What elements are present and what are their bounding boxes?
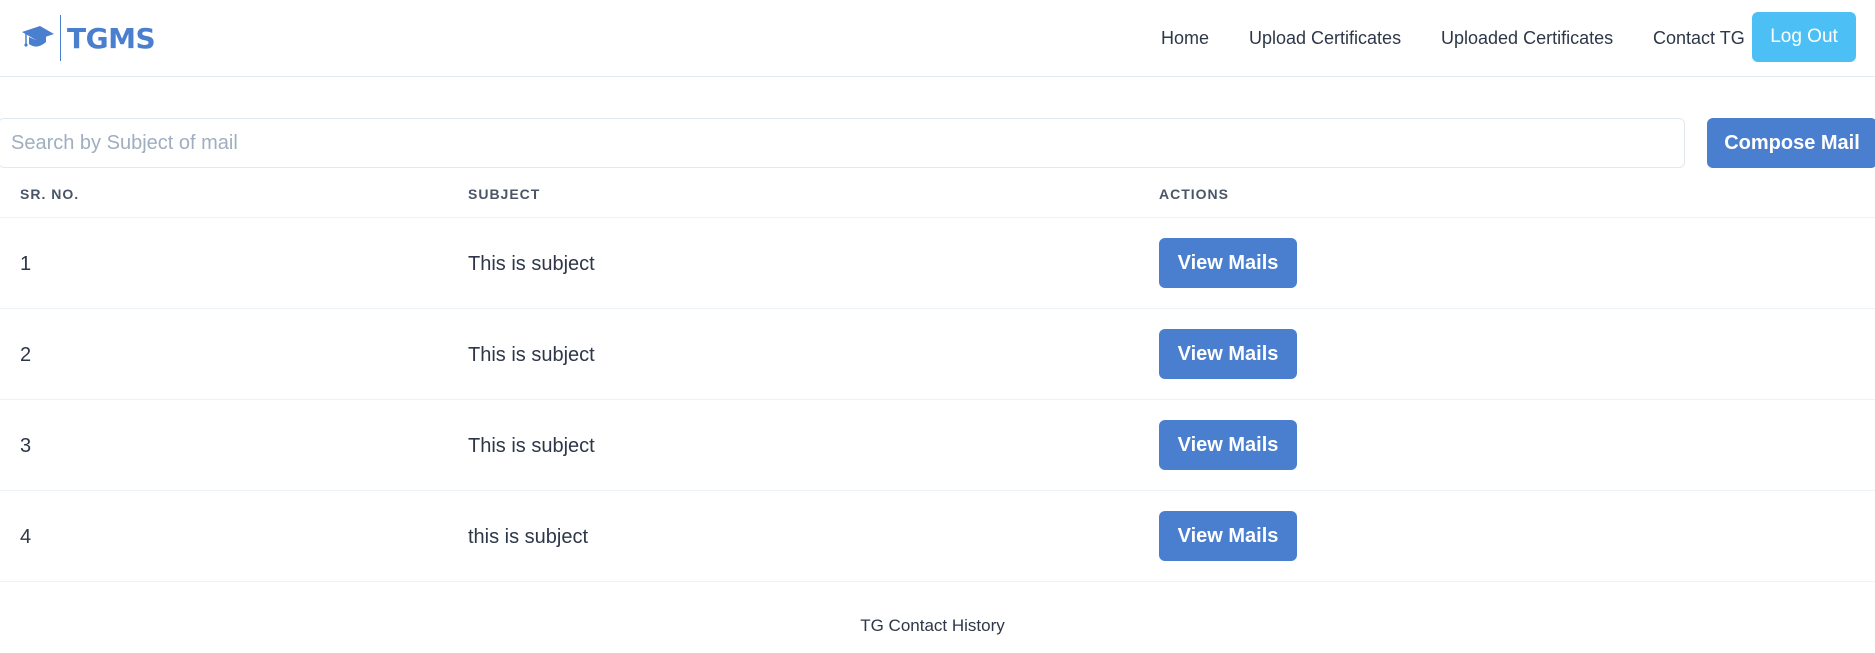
row-subject: This is subject [468, 435, 595, 457]
footer-title: TG Contact History [860, 616, 1005, 635]
table-row: 3 This is subject View Mails [0, 400, 1875, 491]
view-mails-button[interactable]: View Mails [1159, 511, 1297, 561]
nav-home-link[interactable]: Home [1161, 26, 1209, 50]
table-row: 4 this is subject View Mails [0, 491, 1875, 582]
mail-table: SR. NO. SUBJECT ACTIONS 1 This is subjec… [0, 170, 1875, 582]
navbar: TGMS Home Upload Certificates Uploaded C… [0, 0, 1875, 77]
nav-upload-certificates-link[interactable]: Upload Certificates [1249, 26, 1401, 50]
view-mails-button[interactable]: View Mails [1159, 329, 1297, 379]
graduation-cap-icon [22, 26, 54, 47]
view-mails-button[interactable]: View Mails [1159, 238, 1297, 288]
table-row: 2 This is subject View Mails [0, 309, 1875, 400]
search-input[interactable] [0, 118, 1685, 168]
brand-logo[interactable]: TGMS [20, 15, 156, 61]
header-sr-no: SR. NO. [20, 186, 80, 202]
row-sr-no: 3 [20, 435, 32, 457]
row-sr-no: 4 [20, 526, 32, 548]
header-subject: SUBJECT [468, 186, 541, 202]
logo-divider [60, 15, 61, 61]
row-subject: This is subject [468, 344, 595, 366]
row-sr-no: 1 [20, 253, 32, 275]
table-header: SR. NO. SUBJECT ACTIONS [0, 170, 1875, 218]
nav-uploaded-certificates-link[interactable]: Uploaded Certificates [1441, 26, 1613, 50]
logout-button[interactable]: Log Out [1752, 12, 1856, 62]
header-actions: ACTIONS [1159, 186, 1229, 202]
row-subject: this is subject [468, 526, 589, 548]
row-subject: This is subject [468, 253, 595, 275]
compose-mail-button[interactable]: Compose Mail [1707, 118, 1875, 168]
row-sr-no: 2 [20, 344, 32, 366]
view-mails-button[interactable]: View Mails [1159, 420, 1297, 470]
brand-name: TGMS [67, 21, 156, 55]
nav-contact-tg-link[interactable]: Contact TG [1653, 26, 1745, 50]
table-row: 1 This is subject View Mails [0, 218, 1875, 309]
